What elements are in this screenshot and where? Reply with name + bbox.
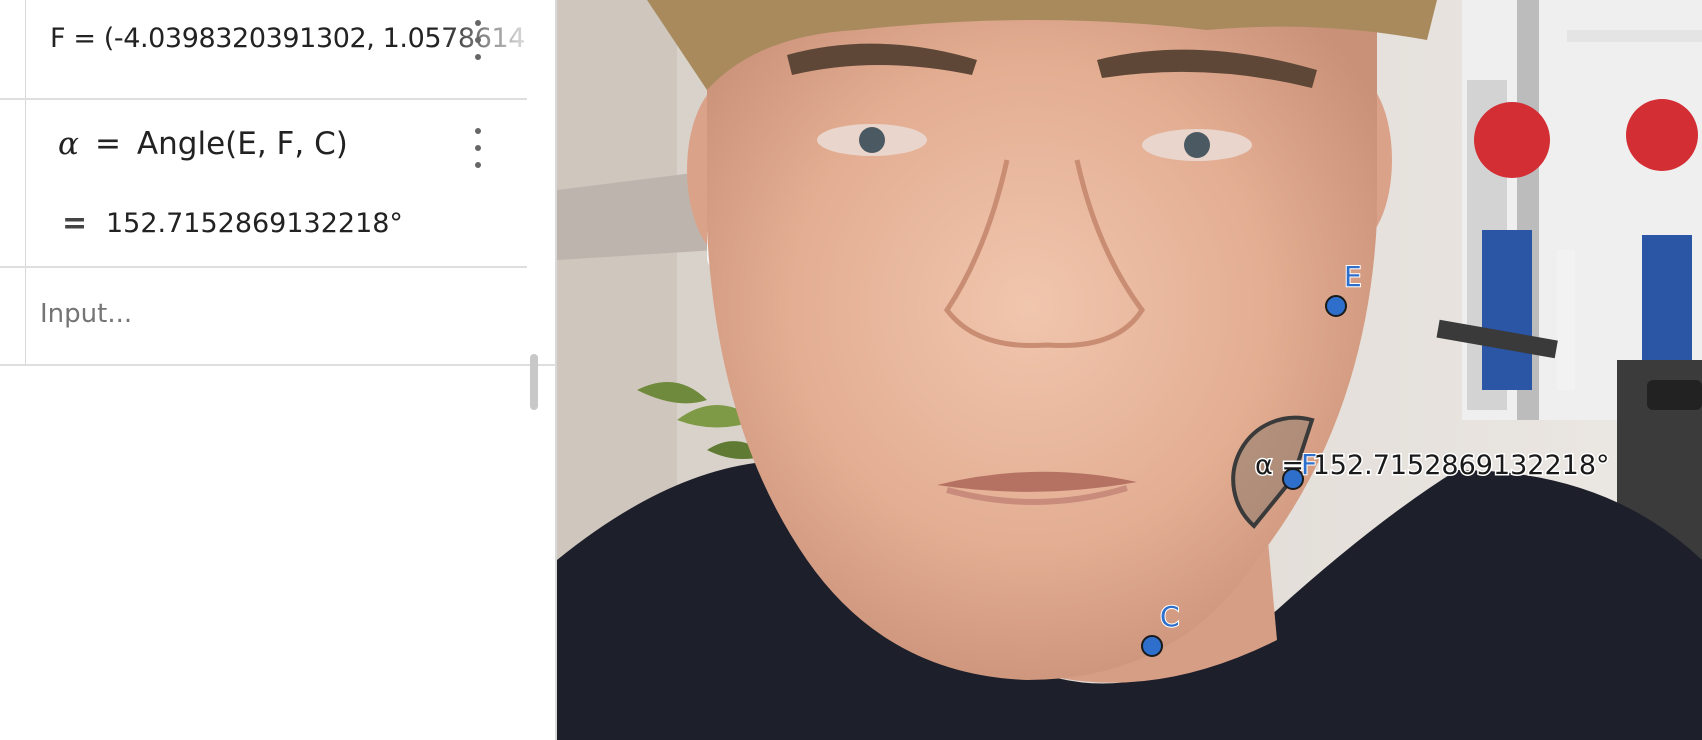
- point-e-label: E: [1344, 260, 1362, 293]
- algebra-view: F = (-4.0398320391302, 1.0578614 α = Angle…: [0, 0, 557, 740]
- point-f-label: F: [1301, 448, 1317, 481]
- algebra-input[interactable]: [40, 296, 510, 332]
- point-f[interactable]: [1282, 468, 1304, 490]
- scrollbar-thumb[interactable]: [530, 354, 538, 410]
- angle-alpha-definition[interactable]: α = Angle(E, F, C): [58, 126, 348, 162]
- point-c[interactable]: [1141, 635, 1163, 657]
- row-menu-icon[interactable]: [471, 128, 485, 168]
- row-divider: [0, 364, 555, 366]
- row-divider: [0, 266, 527, 268]
- row-marker: [0, 268, 26, 364]
- graphics-canvas: E α = 152.7152869132218° F C: [557, 0, 1702, 740]
- point-e[interactable]: [1325, 295, 1347, 317]
- alpha-symbol: α: [58, 126, 79, 162]
- equals-sign: =: [94, 126, 121, 162]
- graphics-view[interactable]: E α = 152.7152869132218° F C: [557, 0, 1702, 740]
- row-marker: [0, 100, 26, 266]
- result-equals-sign: =: [62, 206, 88, 241]
- row-divider: [0, 98, 527, 100]
- point-c-label: C: [1160, 600, 1180, 633]
- angle-command: Angle(E, F, C): [136, 126, 348, 162]
- row-marker: [0, 0, 26, 98]
- angle-alpha-value: 152.7152869132218°: [106, 208, 403, 239]
- row-menu-icon[interactable]: [471, 20, 485, 60]
